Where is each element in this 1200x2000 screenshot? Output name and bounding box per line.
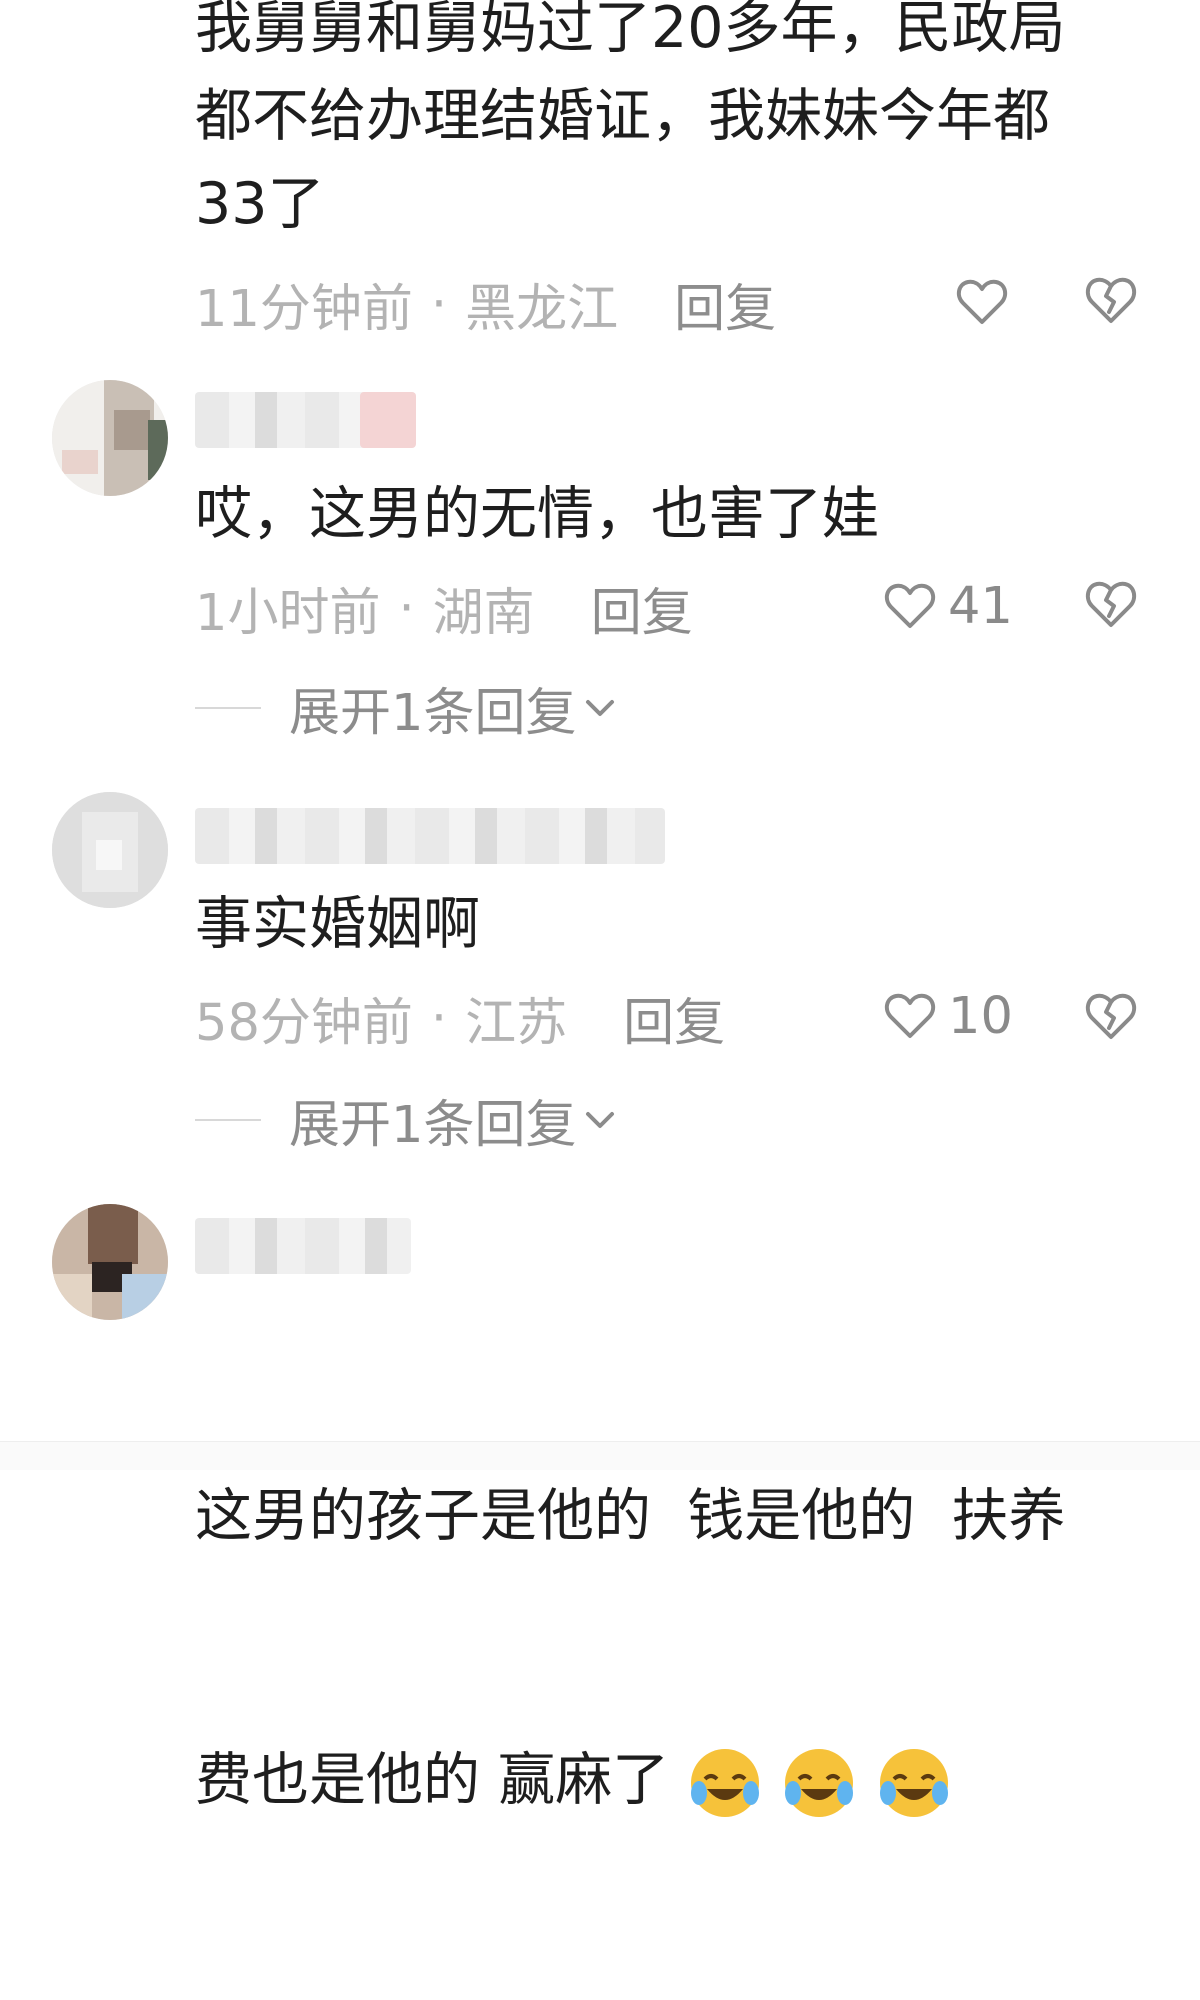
reply-button[interactable]: 回复 bbox=[591, 571, 693, 645]
comment-location: 湖南 bbox=[432, 584, 535, 643]
laughing-crying-emoji-icon bbox=[879, 1749, 948, 1818]
comment-location: 江苏 bbox=[465, 994, 568, 1053]
comment-meta: 58分钟前 · 江苏 回复 bbox=[195, 988, 725, 1054]
comment-text: 事实婚姻啊 bbox=[195, 891, 480, 957]
avatar[interactable] bbox=[52, 380, 168, 496]
broken-heart-icon bbox=[1085, 581, 1137, 627]
comment-text-line: 这男的孩子是他的 钱是他的 扶养 bbox=[195, 1483, 1066, 1549]
chevron-down-icon bbox=[586, 1112, 615, 1128]
comment-text: 哎，这男的无情，也害了娃 bbox=[195, 481, 879, 547]
like-button[interactable] bbox=[956, 272, 1008, 332]
dislike-button[interactable] bbox=[1084, 990, 1140, 1046]
meta-separator: · bbox=[430, 988, 448, 1048]
user-badge bbox=[360, 392, 416, 448]
laughing-crying-emoji-icon bbox=[691, 1749, 760, 1818]
divider-line bbox=[195, 1119, 261, 1121]
broken-heart-icon bbox=[1085, 277, 1137, 323]
comment-meta: 11分钟前 · 黑龙江 回复 bbox=[195, 274, 776, 340]
username-blurred[interactable] bbox=[195, 808, 665, 864]
heart-icon bbox=[956, 279, 1008, 324]
like-count: 10 bbox=[948, 986, 1013, 1046]
comment-meta: 1小时前 · 湖南 回复 bbox=[195, 578, 693, 644]
bottom-edge bbox=[0, 1441, 1200, 1470]
divider-line bbox=[195, 707, 261, 709]
avatar[interactable] bbox=[52, 1204, 168, 1320]
meta-separator: · bbox=[398, 578, 415, 638]
heart-icon bbox=[884, 993, 936, 1038]
reply-button[interactable]: 回复 bbox=[623, 981, 725, 1055]
username-blurred[interactable] bbox=[195, 1218, 411, 1274]
comment-text: 我舅舅和舅妈过了20多年，民政局 都不给办理结婚证，我妹妹今年都 33了 bbox=[195, 0, 1066, 237]
reply-button[interactable]: 回复 bbox=[674, 267, 776, 341]
dislike-button[interactable] bbox=[1084, 578, 1140, 634]
like-button[interactable]: 41 bbox=[884, 576, 1013, 636]
comment-location: 黑龙江 bbox=[465, 280, 619, 339]
comment-text: 这男的孩子是他的 钱是他的 扶养 费也是他的 赢麻了 bbox=[195, 1296, 1155, 2000]
comment-text-fragment: 费也是他的 赢麻了 bbox=[195, 1747, 670, 1813]
broken-heart-icon bbox=[1085, 993, 1137, 1039]
expand-replies-label: 展开1条回复 bbox=[289, 1096, 577, 1155]
expand-replies-label: 展开1条回复 bbox=[289, 684, 577, 743]
chevron-down-icon bbox=[586, 700, 615, 716]
dislike-button[interactable] bbox=[1084, 274, 1140, 330]
heart-icon bbox=[884, 583, 936, 628]
meta-separator: · bbox=[430, 274, 448, 334]
comment-time: 58分钟前 bbox=[195, 994, 413, 1053]
avatar[interactable] bbox=[52, 792, 168, 908]
comment-time: 11分钟前 bbox=[195, 280, 413, 339]
laughing-crying-emoji-icon bbox=[785, 1749, 854, 1818]
expand-replies-button[interactable]: 展开1条回复 bbox=[195, 1090, 618, 1155]
comment-time: 1小时前 bbox=[195, 584, 381, 643]
comment-text-line: 费也是他的 赢麻了 bbox=[195, 1736, 1155, 1824]
like-count: 41 bbox=[948, 576, 1013, 636]
expand-replies-button[interactable]: 展开1条回复 bbox=[195, 678, 618, 743]
like-button[interactable]: 10 bbox=[884, 986, 1013, 1046]
